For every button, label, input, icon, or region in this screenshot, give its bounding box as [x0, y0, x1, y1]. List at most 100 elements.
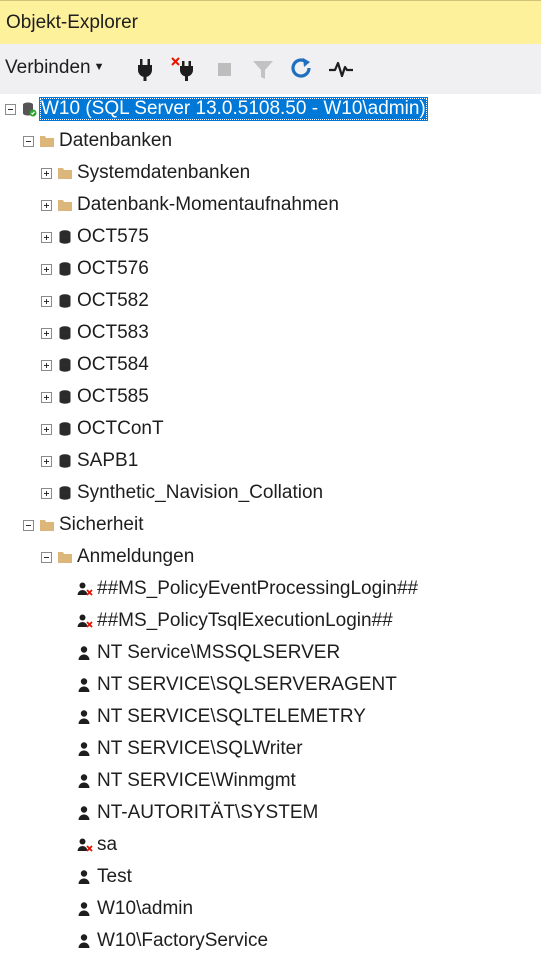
tree-node-database[interactable]: OCT576	[41, 254, 149, 284]
login-label: Test	[97, 866, 132, 887]
login-label: NT SERVICE\Winmgmt	[97, 770, 296, 791]
login-user-icon	[77, 645, 93, 661]
database-icon	[57, 293, 73, 309]
folder-icon	[39, 133, 55, 149]
login-user-icon	[77, 869, 93, 885]
login-label: NT SERVICE\SQLSERVERAGENT	[97, 674, 397, 695]
database-icon	[57, 325, 73, 341]
tree-node-database[interactable]: OCT585	[41, 382, 149, 412]
disconnect-plug-icon[interactable]	[171, 56, 197, 82]
login-user-icon	[77, 773, 93, 789]
tree-node-login[interactable]: Test	[77, 862, 132, 892]
tree-node-login[interactable]: NT-AUTORITÄT\SYSTEM	[77, 798, 318, 828]
tree-node-security[interactable]: Sicherheit	[23, 510, 144, 540]
tree-node-database[interactable]: OCT583	[41, 318, 149, 348]
collapse-toggle[interactable]	[41, 551, 52, 563]
server-connected-icon	[21, 101, 37, 117]
login-user-icon	[77, 805, 93, 821]
tree-node-database[interactable]: OCT582	[41, 286, 149, 316]
tree-node-login[interactable]: NT SERVICE\Winmgmt	[77, 766, 296, 796]
login-label: W10\admin	[97, 898, 194, 919]
database-label: OCT584	[77, 354, 149, 375]
tree-node-login[interactable]: ##MS_PolicyEventProcessingLogin##	[77, 574, 418, 604]
tree-node-database-snapshots[interactable]: Datenbank-Momentaufnahmen	[41, 190, 339, 220]
expand-toggle[interactable]	[41, 423, 52, 435]
database-label: OCT583	[77, 322, 149, 343]
folder-icon	[57, 549, 73, 565]
login-user-icon	[77, 709, 93, 725]
tree-node-server[interactable]: W10 (SQL Server 13.0.5108.50 - W10\admin…	[5, 94, 428, 124]
object-explorer-tree: W10 (SQL Server 13.0.5108.50 - W10\admin…	[0, 94, 541, 959]
database-icon	[57, 453, 73, 469]
connect-label: Verbinden	[5, 57, 91, 78]
database-icon	[57, 261, 73, 277]
server-label: W10 (SQL Server 13.0.5108.50 - W10\admin…	[39, 97, 428, 121]
logins-label: Anmeldungen	[77, 546, 195, 567]
login-user-icon	[77, 933, 93, 949]
collapse-toggle[interactable]	[5, 103, 16, 115]
login-label: NT Service\MSSQLSERVER	[97, 642, 341, 663]
tree-node-login[interactable]: sa	[77, 830, 117, 860]
database-icon	[57, 229, 73, 245]
expand-toggle[interactable]	[41, 455, 52, 467]
tree-node-login[interactable]: NT SERVICE\SQLWriter	[77, 734, 303, 764]
connect-plug-icon[interactable]	[132, 56, 158, 82]
folder-label: Datenbank-Momentaufnahmen	[77, 194, 339, 215]
expand-toggle[interactable]	[41, 295, 52, 307]
collapse-toggle[interactable]	[23, 519, 34, 531]
databases-label: Datenbanken	[59, 130, 173, 151]
tree-node-database[interactable]: OCTConT	[41, 414, 164, 444]
database-icon	[57, 357, 73, 373]
login-label: W10\FactoryService	[97, 930, 269, 951]
tree-node-login[interactable]: NT Service\MSSQLSERVER	[77, 638, 340, 668]
chevron-down-icon: ▼	[93, 61, 105, 73]
tree-node-database[interactable]: OCT575	[41, 222, 149, 252]
expand-toggle[interactable]	[41, 263, 52, 275]
database-label: OCTConT	[77, 418, 164, 439]
database-icon	[57, 389, 73, 405]
login-label: NT SERVICE\SQLWriter	[97, 738, 303, 759]
database-label: SAPB1	[77, 450, 139, 471]
refresh-icon[interactable]	[289, 56, 315, 82]
tree-node-database[interactable]: Synthetic_Navision_Collation	[41, 478, 323, 508]
filter-icon[interactable]	[250, 56, 276, 82]
login-user-icon	[77, 901, 93, 917]
tree-node-login[interactable]: W10\FactoryService	[77, 926, 268, 956]
tree-node-login[interactable]: ##MS_PolicyTsqlExecutionLogin##	[77, 606, 393, 636]
expand-toggle[interactable]	[41, 359, 52, 371]
tree-node-logins[interactable]: Anmeldungen	[41, 542, 194, 572]
tree-node-login[interactable]: NT SERVICE\SQLSERVERAGENT	[77, 670, 397, 700]
tree-node-system-databases[interactable]: Systemdatenbanken	[41, 158, 250, 188]
expand-toggle[interactable]	[41, 487, 52, 499]
tree-node-databases[interactable]: Datenbanken	[23, 126, 172, 156]
window-title: Objekt-Explorer	[6, 12, 138, 33]
database-icon	[57, 421, 73, 437]
tree-node-database[interactable]: OCT584	[41, 350, 149, 380]
login-disabled-icon	[77, 837, 93, 853]
login-user-icon	[77, 741, 93, 757]
tree-node-database[interactable]: SAPB1	[41, 446, 138, 476]
connect-dropdown-button[interactable]: Verbinden ▼	[5, 57, 104, 81]
database-label: OCT575	[77, 226, 149, 247]
folder-icon	[57, 197, 73, 213]
login-label: sa	[97, 834, 118, 855]
login-disabled-icon	[77, 613, 93, 629]
expand-toggle[interactable]	[41, 167, 52, 179]
expand-toggle[interactable]	[41, 327, 52, 339]
login-label: NT SERVICE\SQLTELEMETRY	[97, 706, 366, 727]
stop-icon[interactable]	[212, 56, 238, 82]
expand-toggle[interactable]	[41, 199, 52, 211]
tree-node-login[interactable]: W10\admin	[77, 894, 193, 924]
folder-label: Systemdatenbanken	[77, 162, 251, 183]
login-label: ##MS_PolicyEventProcessingLogin##	[97, 578, 419, 599]
title-bar: Objekt-Explorer	[0, 0, 541, 44]
activity-monitor-icon[interactable]	[328, 56, 354, 82]
expand-toggle[interactable]	[41, 231, 52, 243]
expand-toggle[interactable]	[41, 391, 52, 403]
collapse-toggle[interactable]	[23, 135, 34, 147]
security-label: Sicherheit	[59, 514, 144, 535]
database-label: Synthetic_Navision_Collation	[77, 482, 324, 503]
folder-icon	[39, 517, 55, 533]
database-label: OCT582	[77, 290, 149, 311]
tree-node-login[interactable]: NT SERVICE\SQLTELEMETRY	[77, 702, 366, 732]
